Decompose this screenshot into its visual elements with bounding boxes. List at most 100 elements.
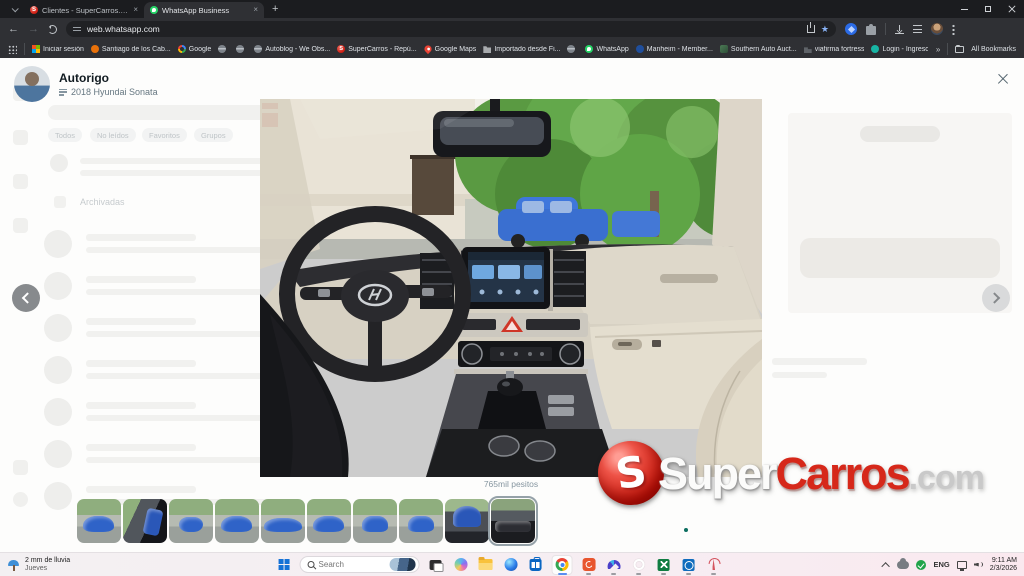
ghost-archive-icon bbox=[54, 196, 66, 208]
bookmark-supercarros[interactable]: SSuperCarros - Repú... bbox=[337, 45, 416, 53]
excel-button[interactable] bbox=[655, 555, 673, 575]
weather-rain: 2 mm de lluvia bbox=[25, 557, 70, 565]
photo-thumbnail-9[interactable] bbox=[445, 499, 489, 543]
share-icon[interactable] bbox=[807, 25, 815, 33]
new-tab-button[interactable]: + bbox=[272, 3, 278, 15]
close-viewer-button[interactable] bbox=[995, 71, 1011, 87]
edge-button[interactable] bbox=[502, 555, 520, 575]
taskbar-weather-widget[interactable]: 2 mm de lluvia Jueves bbox=[0, 557, 70, 573]
search-icon bbox=[308, 561, 315, 568]
taskbar-search[interactable] bbox=[300, 556, 420, 573]
bookmark-autoblog[interactable]: Autoblog - We Obs... bbox=[254, 45, 330, 53]
photo-thumbnail-7[interactable] bbox=[353, 499, 397, 543]
profile-avatar[interactable] bbox=[931, 23, 943, 35]
bookmark-santiago[interactable]: Santiago de los Cab... bbox=[91, 45, 171, 53]
reading-list-icon[interactable] bbox=[913, 25, 922, 33]
tray-chevron-icon[interactable] bbox=[882, 562, 890, 570]
carousel-dot bbox=[684, 528, 688, 532]
tab-title: Clientes - SuperCarros.com bbox=[42, 6, 129, 15]
bookmark-unnamed-3[interactable] bbox=[567, 45, 578, 53]
bookmarks-divider bbox=[24, 43, 25, 55]
bookmark-manheim[interactable]: Manheim - Member... bbox=[636, 45, 713, 53]
photo-thumbnail-5[interactable] bbox=[261, 499, 305, 543]
tab-title: WhatsApp Business bbox=[162, 6, 249, 15]
vpn-app-button[interactable] bbox=[605, 555, 623, 575]
outlook-icon bbox=[683, 559, 695, 571]
back-button[interactable]: ← bbox=[8, 24, 19, 35]
maximize-button[interactable] bbox=[976, 0, 1000, 18]
all-bookmarks-label[interactable]: All Bookmarks bbox=[971, 46, 1016, 53]
bookmarks-overflow-button[interactable]: » bbox=[936, 45, 940, 54]
photo-thumbnail-10[interactable] bbox=[491, 499, 535, 543]
reload-button[interactable] bbox=[48, 25, 57, 34]
next-photo-button[interactable] bbox=[982, 284, 1010, 312]
ghost-filter-todos: Todos bbox=[48, 128, 82, 142]
bookmark-viafirma[interactable]: viafirma fortress bbox=[804, 45, 865, 53]
tab-strip: S Clientes - SuperCarros.com × WhatsApp … bbox=[0, 0, 1024, 18]
chrome-button[interactable] bbox=[552, 555, 573, 575]
photo-thumbnail-4[interactable] bbox=[215, 499, 259, 543]
bookmark-whatsapp[interactable]: WhatsApp bbox=[585, 45, 628, 53]
apps-grid-icon[interactable] bbox=[8, 45, 17, 54]
bookmark-google-maps[interactable]: Google Maps bbox=[424, 45, 477, 53]
downloads-icon[interactable] bbox=[895, 25, 904, 34]
ghost-filter-grupos: Grupos bbox=[194, 128, 233, 142]
volume-icon[interactable] bbox=[974, 560, 983, 569]
bookmark-unnamed-2[interactable] bbox=[236, 45, 247, 53]
car-interior-photo[interactable] bbox=[260, 99, 762, 477]
photo-thumbnail-8[interactable] bbox=[399, 499, 443, 543]
address-bar[interactable]: web.whatsapp.com ★ bbox=[66, 21, 836, 37]
task-view-button[interactable] bbox=[427, 555, 445, 575]
photo-thumbnail-2[interactable] bbox=[123, 499, 167, 543]
tab-close-icon[interactable]: × bbox=[253, 6, 258, 14]
photo-thumbnail-3[interactable] bbox=[169, 499, 213, 543]
extensions-puzzle-icon[interactable] bbox=[866, 26, 876, 35]
tab-clientes-supercarros[interactable]: S Clientes - SuperCarros.com × bbox=[24, 2, 144, 18]
radio-app-button[interactable] bbox=[705, 555, 723, 575]
network-icon[interactable] bbox=[957, 561, 967, 569]
task-view-icon bbox=[430, 560, 442, 570]
bookmark-star-icon[interactable]: ★ bbox=[821, 25, 829, 34]
ghost-bell-icon bbox=[50, 154, 68, 172]
start-button[interactable] bbox=[275, 555, 293, 575]
sync-app-button[interactable] bbox=[580, 555, 598, 575]
ring-app-button[interactable] bbox=[630, 555, 648, 575]
ghost-message-line bbox=[772, 372, 827, 378]
search-highlight-image[interactable] bbox=[390, 558, 416, 571]
tab-search-button[interactable] bbox=[6, 2, 22, 16]
onedrive-cloud-icon[interactable] bbox=[897, 561, 909, 569]
language-indicator[interactable]: ENG bbox=[933, 560, 949, 569]
previous-photo-button[interactable] bbox=[12, 284, 40, 312]
watermark-com: .com bbox=[909, 461, 984, 495]
system-tray: ENG 9:11 AM 2/3/2026 bbox=[884, 557, 1024, 573]
extension-gem-icon[interactable] bbox=[845, 23, 857, 35]
minimize-button[interactable] bbox=[952, 0, 976, 18]
search-input[interactable] bbox=[319, 560, 386, 569]
site-settings-icon[interactable] bbox=[73, 25, 81, 33]
menu-kebab-icon[interactable] bbox=[952, 24, 955, 35]
tab-whatsapp-business[interactable]: WhatsApp Business × bbox=[144, 2, 264, 18]
toolbar-divider bbox=[885, 23, 886, 35]
forward-button[interactable]: → bbox=[28, 24, 39, 35]
photo-thumbnail-1[interactable] bbox=[77, 499, 121, 543]
taskbar-clock[interactable]: 9:11 AM 2/3/2026 bbox=[990, 557, 1017, 573]
bookmark-google[interactable]: Google bbox=[178, 45, 212, 53]
bookmark-southern-auto[interactable]: Southern Auto Auct... bbox=[720, 45, 797, 53]
tab-close-icon[interactable]: × bbox=[133, 6, 138, 14]
bookmark-unnamed-1[interactable] bbox=[218, 45, 229, 53]
antivirus-shield-icon[interactable] bbox=[916, 560, 926, 570]
store-button[interactable] bbox=[527, 555, 545, 575]
bookmark-iniciar-sesion[interactable]: Iniciar sesión bbox=[32, 45, 84, 53]
bookmarks-right-cluster: » All Bookmarks bbox=[928, 40, 1024, 58]
file-explorer-button[interactable] bbox=[477, 555, 495, 575]
close-window-button[interactable] bbox=[1000, 0, 1024, 18]
contact-avatar[interactable] bbox=[14, 66, 50, 102]
outlook-button[interactable] bbox=[680, 555, 698, 575]
copilot-button[interactable] bbox=[452, 555, 470, 575]
windows-logo-icon bbox=[278, 559, 289, 570]
browser-toolbar: ← → web.whatsapp.com ★ bbox=[0, 18, 1024, 40]
photo-thumbnail-6[interactable] bbox=[307, 499, 351, 543]
bookmark-importado-folder[interactable]: Importado desde Fi... bbox=[483, 45, 560, 53]
excel-icon bbox=[658, 559, 670, 571]
url-text[interactable]: web.whatsapp.com bbox=[87, 24, 801, 34]
